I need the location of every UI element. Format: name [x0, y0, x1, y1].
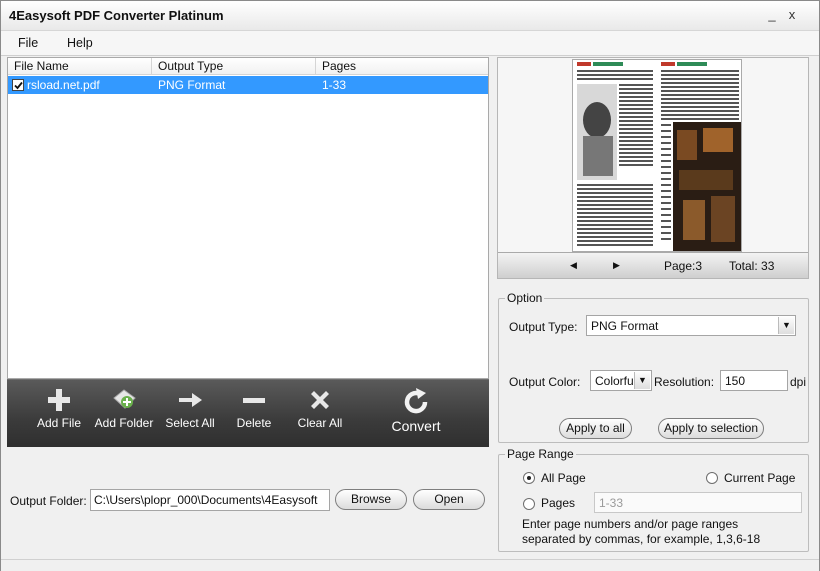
menu-bar: File Help: [1, 31, 819, 56]
add-file-label: Add File: [36, 416, 82, 430]
page-range-hint-line1: Enter page numbers and/or page ranges: [522, 517, 739, 531]
apply-to-all-button[interactable]: Apply to all: [559, 418, 632, 439]
clear-all-label: Clear All: [297, 416, 343, 430]
minus-icon: [243, 398, 265, 403]
option-group: Option Output Type: PNG Format ▼ Output …: [498, 291, 809, 443]
page-range-hint-line2: separated by commas, for example, 1,3,6-…: [522, 532, 761, 546]
add-file-button[interactable]: Add File: [33, 386, 85, 430]
output-type-label: Output Type:: [509, 320, 578, 334]
pages-radio[interactable]: [523, 498, 535, 510]
arrow-right-icon: [179, 393, 202, 407]
close-button[interactable]: x: [783, 7, 801, 23]
row-checkbox[interactable]: [12, 79, 24, 91]
window-title: 4Easysoft PDF Converter Platinum: [9, 8, 224, 23]
chevron-down-icon: ▼: [778, 317, 794, 334]
open-button[interactable]: Open: [413, 489, 485, 510]
output-color-value: Colorfu: [595, 374, 634, 388]
x-icon: [311, 391, 329, 409]
select-all-button[interactable]: Select All: [162, 386, 218, 430]
output-color-label: Output Color:: [509, 375, 581, 389]
plus-icon: [48, 389, 70, 411]
page-range-group-title: Page Range: [505, 447, 576, 461]
output-type-value: PNG Format: [591, 319, 659, 333]
add-folder-button[interactable]: Add Folder: [93, 386, 155, 430]
pages-label[interactable]: Pages: [541, 496, 575, 510]
next-page-button[interactable]: ▶: [613, 260, 620, 271]
resolution-input[interactable]: 150: [720, 370, 788, 391]
prev-page-button[interactable]: ◀: [570, 260, 577, 271]
column-header-output-type[interactable]: Output Type: [152, 58, 316, 75]
row-file-name: rsload.net.pdf: [27, 78, 100, 92]
status-bar: [1, 559, 819, 571]
column-header-pages[interactable]: Pages: [316, 58, 488, 75]
output-folder-label: Output Folder:: [10, 494, 87, 508]
pages-input[interactable]: 1-33: [594, 492, 802, 513]
dpi-label: dpi: [790, 375, 807, 389]
preview-panel: ◀ ▶ Page:3 Total: 33: [497, 57, 809, 279]
row-output-type: PNG Format: [158, 78, 226, 92]
action-toolbar: Add File Add Folder Select All Delete Cl…: [7, 379, 489, 447]
current-page-indicator: Page:3: [664, 259, 703, 273]
row-pages: 1-33: [322, 78, 347, 92]
total-pages-indicator: Total: 33: [729, 259, 775, 273]
title-bar: 4Easysoft PDF Converter Platinum _ x: [1, 1, 819, 31]
page-range-group: Page Range All Page Current Page Pages 1…: [498, 447, 809, 552]
option-group-title: Option: [505, 291, 545, 305]
apply-to-selection-button[interactable]: Apply to selection: [658, 418, 764, 439]
preview-nav-bar: ◀ ▶ Page:3 Total: 33: [498, 252, 808, 278]
minimize-button[interactable]: _: [763, 7, 781, 23]
chevron-down-icon: ▼: [634, 372, 650, 389]
file-list[interactable]: File Name Output Type Pages rsload.net.p…: [7, 57, 489, 379]
output-folder-field[interactable]: C:\Users\plopr_000\Documents\4Easysoft: [90, 489, 330, 511]
output-color-select[interactable]: Colorfu ▼: [590, 370, 652, 391]
table-row[interactable]: rsload.net.pdf PNG Format 1-33: [8, 76, 488, 94]
page-thumbnail: [572, 59, 742, 252]
select-all-label: Select All: [165, 416, 215, 430]
column-header-file-name[interactable]: File Name: [8, 58, 152, 75]
output-type-select[interactable]: PNG Format ▼: [586, 315, 796, 336]
clear-all-button[interactable]: Clear All: [294, 386, 346, 430]
browse-button[interactable]: Browse: [335, 489, 407, 510]
refresh-icon: [404, 388, 428, 414]
convert-button[interactable]: Convert: [385, 386, 447, 434]
page-image: [573, 60, 741, 251]
convert-label: Convert: [391, 418, 441, 434]
checkmark-icon: [14, 81, 23, 90]
all-page-radio[interactable]: [523, 472, 535, 484]
menu-file[interactable]: File: [18, 36, 38, 50]
delete-label: Delete: [236, 416, 272, 430]
app-window: 4Easysoft PDF Converter Platinum _ x Fil…: [0, 0, 820, 571]
current-page-label[interactable]: Current Page: [724, 471, 795, 485]
menu-help[interactable]: Help: [67, 36, 93, 50]
resolution-label: Resolution:: [654, 375, 715, 389]
folder-add-icon: [113, 389, 136, 409]
delete-button[interactable]: Delete: [231, 386, 277, 430]
add-folder-label: Add Folder: [94, 416, 154, 430]
current-page-radio[interactable]: [706, 472, 718, 484]
all-page-label[interactable]: All Page: [541, 471, 586, 485]
